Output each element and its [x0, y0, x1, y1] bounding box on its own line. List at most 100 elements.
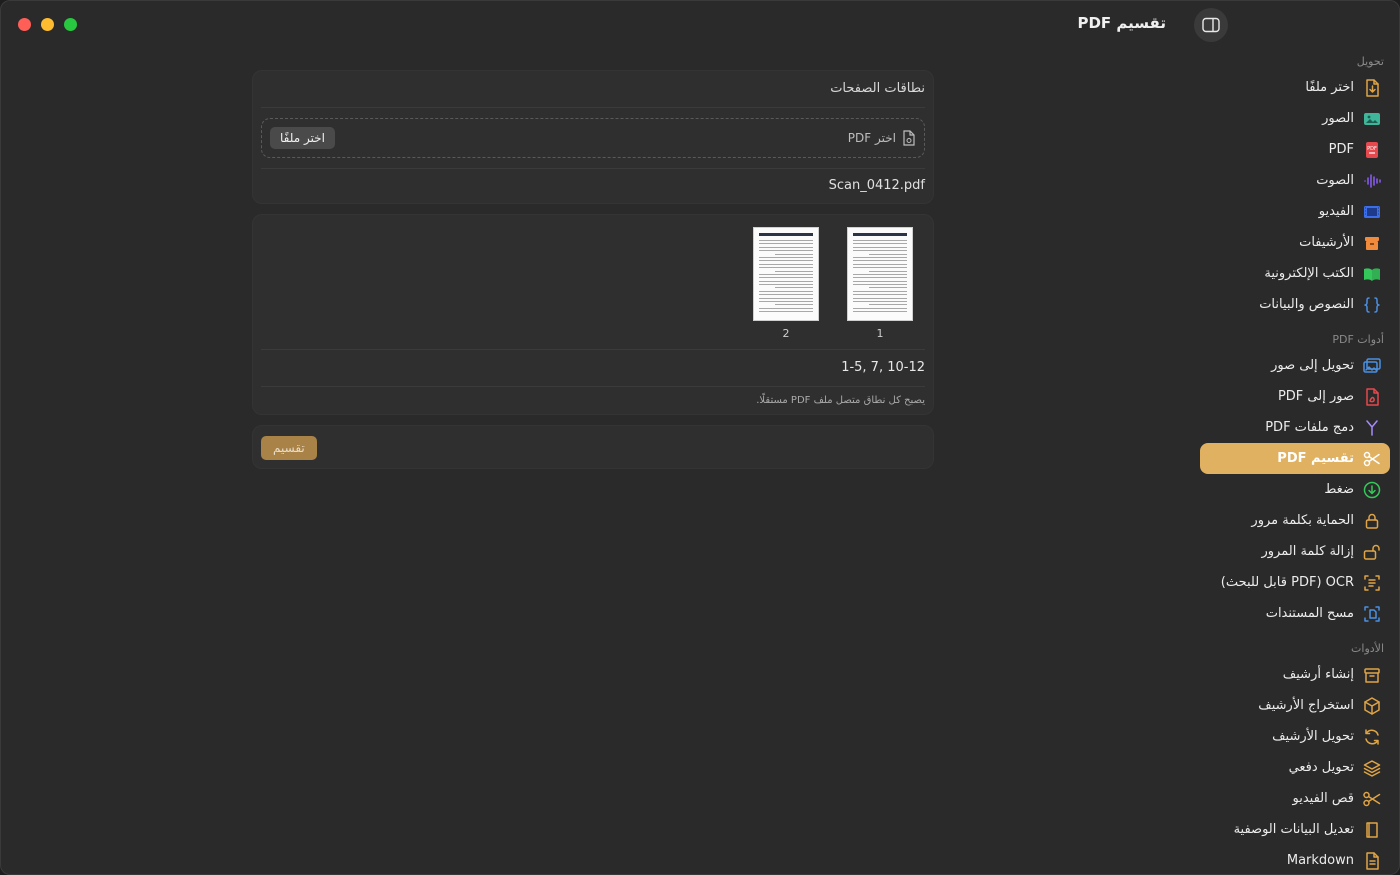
sidebar-item[interactable]: استخراج الأرشيف [1200, 690, 1390, 721]
sidebar-item[interactable]: قص الفيديو [1200, 783, 1390, 814]
archive-create-icon [1362, 665, 1382, 685]
sidebar-item-label: اختر ملفًا [1305, 80, 1354, 95]
app-window: تقسيم PDF تحويل اختر ملفًا الصور PDF PDF الصو… [0, 0, 1400, 875]
sidebar-item[interactable]: تحويل دفعي [1200, 752, 1390, 783]
sidebar-item[interactable]: دمج ملفات PDF [1200, 412, 1390, 443]
markdown-doc-icon [1362, 851, 1382, 871]
pdf-drop-zone[interactable]: اختر PDF اختر ملفًا [261, 118, 925, 158]
sidebar: تحويل اختر ملفًا الصور PDF PDF الصوت الفيديو ال… [1190, 48, 1400, 875]
sidebar-item-label: مسح المستندات [1265, 606, 1354, 621]
sidebar-item-label: تحويل دفعي [1288, 760, 1354, 775]
sidebar-item[interactable]: الأرشيفات [1200, 227, 1390, 258]
sidebar-item-label: OCR (PDF قابل للبحث) [1220, 575, 1354, 590]
merge-icon [1362, 418, 1382, 438]
sidebar-toggle-button[interactable] [1194, 8, 1228, 42]
sidebar-item-label: دمج ملفات PDF [1265, 420, 1354, 435]
sidebar-item[interactable]: تحويل الأرشيف [1200, 721, 1390, 752]
refresh-icon [1362, 727, 1382, 747]
page-ranges-input[interactable]: 1-5, 7, 10-12 [253, 350, 933, 386]
sidebar-item-label: إزالة كلمة المرور [1261, 544, 1355, 559]
document-scan-icon [1362, 604, 1382, 624]
sidebar-item-label: استخراج الأرشيف [1258, 698, 1354, 713]
sidebar-section-title: الأدوات [1351, 642, 1384, 655]
sidebar-item[interactable]: الصوت [1200, 165, 1390, 196]
package-extract-icon [1362, 696, 1382, 716]
sidebar-item[interactable]: PDF PDF [1200, 134, 1390, 165]
sidebar-item-label: تحويل إلى صور [1271, 358, 1354, 373]
selected-filename: Scan_0412.pdf [828, 178, 925, 193]
window-controls [18, 18, 77, 31]
scissors-video-icon [1362, 789, 1382, 809]
sidebar-section-title: أدوات PDF [1332, 333, 1384, 346]
split-pdf-panel: نطاقات الصفحات اختر PDF اختر ملفًا Scan_… [252, 70, 934, 479]
page-thumbnail[interactable]: 1 [847, 227, 913, 340]
sidebar-item[interactable]: اختر ملفًا [1200, 72, 1390, 103]
sidebar-item[interactable]: الصور [1200, 103, 1390, 134]
sidebar-item-label: تعديل البيانات الوصفية [1233, 822, 1354, 837]
sidebar-item-label: الكتب الإلكترونية [1264, 266, 1354, 281]
image-icon [1362, 109, 1382, 129]
split-button[interactable]: تقسيم [261, 436, 317, 460]
sidebar-item-label: PDF [1328, 142, 1354, 157]
page-ranges-card: نطاقات الصفحات اختر PDF اختر ملفًا Scan_… [252, 70, 934, 204]
sidebar-item[interactable]: OCR (PDF قابل للبحث) [1200, 567, 1390, 598]
drop-zone-label: اختر PDF [847, 131, 896, 145]
sidebar-item[interactable]: صور إلى PDF [1200, 381, 1390, 412]
close-window-button[interactable] [18, 18, 31, 31]
svg-text:PDF: PDF [1367, 146, 1377, 152]
compress-icon [1362, 480, 1382, 500]
zoom-window-button[interactable] [64, 18, 77, 31]
page-ranges-header: نطاقات الصفحات [830, 81, 925, 96]
sidebar-item-label: قص الفيديو [1292, 791, 1354, 806]
sidebar-item[interactable]: إنشاء أرشيف [1200, 659, 1390, 690]
audio-wave-icon [1362, 171, 1382, 191]
page-number: 2 [782, 326, 790, 340]
sidebar-item-label: الصور [1322, 111, 1354, 126]
page-number: 1 [876, 326, 884, 340]
sidebar-item[interactable]: ضغط [1200, 474, 1390, 505]
scissors-icon [1362, 449, 1382, 469]
sidebar-item[interactable]: تحويل إلى صور [1200, 350, 1390, 381]
sidebar-item-label: الصوت [1316, 173, 1354, 188]
ocr-scan-icon [1362, 573, 1382, 593]
layers-icon [1362, 758, 1382, 778]
file-pdf-icon [903, 130, 915, 146]
pages-preview-card: 12 1-5, 7, 10-12 يصبح كل نطاق متصل ملف P… [252, 214, 934, 415]
sidebar-item[interactable]: النصوص والبيانات [1200, 289, 1390, 320]
sidebar-item[interactable]: إزالة كلمة المرور [1200, 536, 1390, 567]
sidebar-toggle-icon [1202, 17, 1220, 33]
window-title: تقسيم PDF [1077, 14, 1166, 32]
page-thumbnails: 12 [253, 215, 933, 349]
lock-icon [1362, 511, 1382, 531]
sidebar-item-label: صور إلى PDF [1277, 389, 1354, 404]
sidebar-item-label: الفيديو [1318, 204, 1354, 219]
sidebar-item-label: Markdown [1286, 853, 1354, 868]
ranges-hint: يصبح كل نطاق متصل ملف PDF مستقلًا. [756, 395, 925, 406]
sidebar-item[interactable]: الحماية بكلمة مرور [1200, 505, 1390, 536]
archive-box-icon [1362, 233, 1382, 253]
drop-zone-label-group: اختر PDF [848, 130, 916, 146]
choose-file-button[interactable]: اختر ملفًا [270, 127, 335, 149]
unlock-icon [1362, 542, 1382, 562]
sidebar-item-label: ضغط [1324, 482, 1354, 497]
minimize-window-button[interactable] [41, 18, 54, 31]
sidebar-item-label: الأرشيفات [1299, 235, 1354, 250]
sidebar-item-label: إنشاء أرشيف [1282, 667, 1354, 682]
sidebar-item[interactable]: الفيديو [1200, 196, 1390, 227]
pdf-icon: PDF [1362, 140, 1382, 160]
sidebar-item[interactable]: الكتب الإلكترونية [1200, 258, 1390, 289]
page-preview [753, 227, 819, 321]
photos-icon [1362, 356, 1382, 376]
sidebar-item[interactable]: Markdown [1200, 845, 1390, 875]
file-pdf-icon [1362, 387, 1382, 407]
divider [261, 107, 925, 108]
sidebar-item-label: تحويل الأرشيف [1272, 729, 1354, 744]
sidebar-item[interactable]: مسح المستندات [1200, 598, 1390, 629]
file-import-icon [1362, 78, 1382, 98]
metadata-book-icon [1362, 820, 1382, 840]
page-thumbnail[interactable]: 2 [753, 227, 819, 340]
sidebar-section-title: تحويل [1356, 55, 1384, 68]
sidebar-item[interactable]: تقسيم PDF [1200, 443, 1390, 474]
sidebar-item[interactable]: تعديل البيانات الوصفية [1200, 814, 1390, 845]
page-preview [847, 227, 913, 321]
